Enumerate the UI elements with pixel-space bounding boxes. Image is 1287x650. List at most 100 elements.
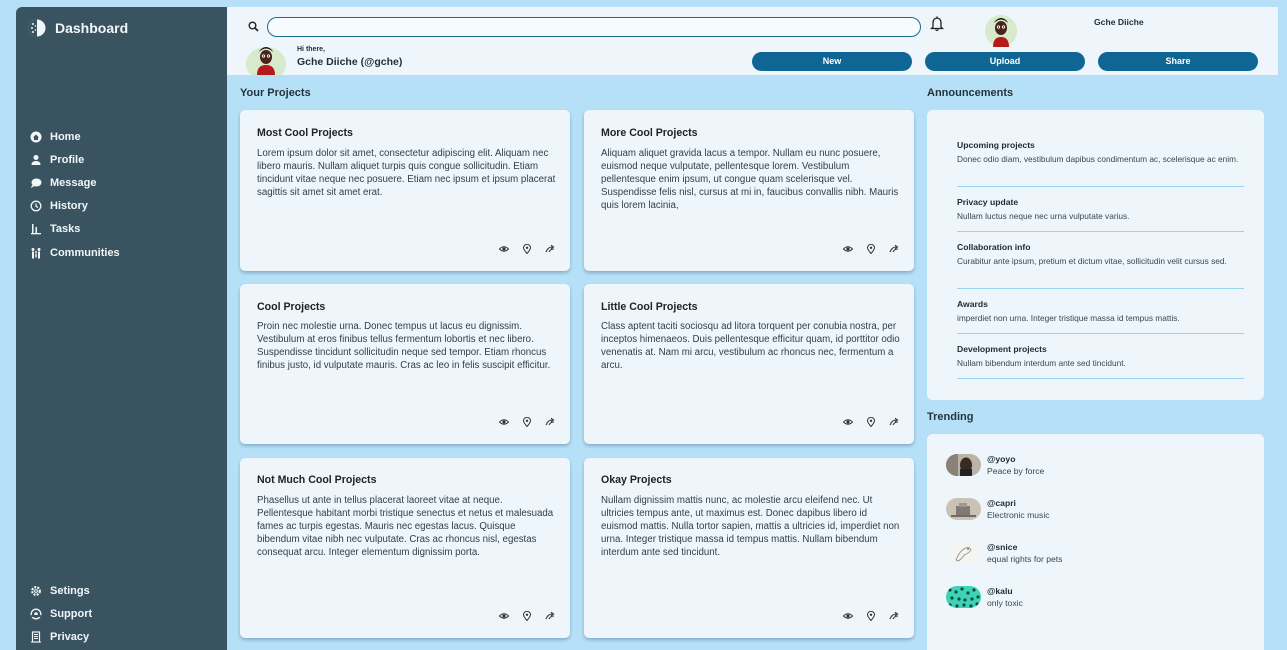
eye-icon[interactable] — [499, 417, 509, 427]
eye-icon[interactable] — [843, 611, 853, 621]
location-pin-icon[interactable] — [522, 417, 532, 427]
sidebar-item-label: Privacy — [50, 630, 90, 643]
announcement-item[interactable]: Development projects Nullam bibendum int… — [957, 344, 1244, 379]
home-icon — [30, 131, 42, 143]
eye-icon[interactable] — [843, 244, 853, 254]
greeting-avatar — [246, 47, 286, 75]
project-card[interactable]: More Cool Projects Aliquam aliquet gravi… — [584, 110, 914, 271]
project-actions — [499, 611, 555, 621]
trending-item[interactable]: @kalu only toxic — [946, 586, 1023, 608]
project-actions — [843, 611, 899, 621]
eye-icon[interactable] — [843, 417, 853, 427]
project-description: Nullam dignissim mattis nunc, ac molesti… — [601, 495, 900, 558]
project-card[interactable]: Cool Projects Proin nec molestie urna. D… — [240, 284, 570, 444]
gear-icon — [31, 585, 41, 596]
projects-heading: Your Projects — [240, 87, 311, 99]
sidebar-item-communities[interactable]: Communities — [30, 241, 220, 264]
project-actions — [499, 417, 555, 427]
announcement-title: Awards — [957, 299, 988, 309]
share-button[interactable]: Share — [1098, 52, 1258, 71]
top-username: Gche Diiche — [1094, 17, 1144, 27]
search-input[interactable] — [267, 17, 921, 37]
trending-description: equal rights for pets — [987, 554, 1063, 564]
announcement-title: Collaboration info — [957, 242, 1031, 252]
greeting-label: Hi there, — [297, 46, 326, 53]
message-icon — [31, 178, 42, 188]
trending-description: only toxic — [987, 598, 1023, 608]
location-pin-icon[interactable] — [866, 417, 876, 427]
trending-handle: @yoyo — [987, 454, 1016, 464]
location-pin-icon[interactable] — [866, 244, 876, 254]
announcement-item[interactable]: Collaboration info Curabitur ante ipsum,… — [957, 242, 1244, 289]
project-card[interactable]: Not Much Cool Projects Phasellus ut ante… — [240, 458, 570, 638]
project-description: Lorem ipsum dolor sit amet, consectetur … — [257, 148, 556, 198]
trending-handle: @snice — [987, 542, 1018, 552]
search-icon[interactable] — [248, 21, 259, 32]
brand-title: Dashboard — [55, 20, 129, 36]
project-card[interactable]: Little Cool Projects Class aptent taciti… — [584, 284, 914, 444]
location-pin-icon[interactable] — [866, 611, 876, 621]
sidebar-item-message[interactable]: Message — [30, 171, 220, 194]
share-arrows-icon[interactable] — [889, 244, 899, 254]
trending-avatar — [946, 542, 981, 564]
share-arrows-icon[interactable] — [889, 611, 899, 621]
notification-bell-icon[interactable] — [930, 16, 944, 32]
user-avatar[interactable] — [983, 13, 1019, 49]
privacy-icon — [31, 631, 41, 643]
communities-icon — [31, 247, 41, 259]
trending-item[interactable]: @capri Electronic music — [946, 498, 1050, 520]
brand[interactable]: Dashboard — [28, 19, 128, 37]
nav-secondary: Setings Support Privacy — [30, 579, 220, 649]
tasks-icon — [31, 224, 41, 235]
project-actions — [843, 244, 899, 254]
trending-description: Electronic music — [987, 510, 1050, 520]
announcement-title: Upcoming projects — [957, 140, 1035, 150]
announcement-text: Donec odio diam, vestibulum dapibus cond… — [957, 154, 1239, 164]
project-card[interactable]: Okay Projects Nullam dignissim mattis nu… — [584, 458, 914, 638]
history-icon — [30, 200, 42, 212]
trending-heading: Trending — [927, 411, 974, 423]
eye-icon[interactable] — [499, 611, 509, 621]
share-arrows-icon[interactable] — [545, 244, 555, 254]
sidebar-item-home[interactable]: Home — [30, 125, 220, 148]
sidebar-item-history[interactable]: History — [30, 195, 220, 218]
project-card[interactable]: Most Cool Projects Lorem ipsum dolor sit… — [240, 110, 570, 271]
sidebar-item-label: Communities — [50, 246, 120, 259]
project-description: Aliquam aliquet gravida lacus a tempor. … — [601, 148, 899, 211]
announcement-item[interactable]: Awards imperdiet non urna. Integer trist… — [957, 299, 1244, 334]
sidebar-item-label: History — [50, 200, 88, 213]
eye-icon[interactable] — [499, 244, 509, 254]
announcement-text: Curabitur ante ipsum, pretium et dictum … — [957, 256, 1227, 266]
trending-avatar — [946, 498, 981, 520]
trending-text: @kalu only toxic — [987, 586, 1023, 608]
location-pin-icon[interactable] — [522, 244, 532, 254]
sidebar-item-label: Support — [50, 607, 93, 620]
trending-avatar — [946, 586, 981, 608]
upload-button[interactable]: Upload — [925, 52, 1085, 71]
announcements-heading: Announcements — [927, 87, 1014, 99]
trending-panel: @yoyo Peace by force @capri Electronic m… — [927, 434, 1264, 650]
sidebar-item-profile[interactable]: Profile — [30, 148, 220, 171]
project-title: Little Cool Projects — [601, 301, 698, 313]
trending-text: @yoyo Peace by force — [987, 454, 1044, 476]
share-arrows-icon[interactable] — [545, 611, 555, 621]
sidebar-item-tasks[interactable]: Tasks — [30, 218, 220, 241]
trending-item[interactable]: @yoyo Peace by force — [946, 454, 1044, 476]
sidebar-item-label: Tasks — [50, 223, 81, 236]
trending-text: @snice equal rights for pets — [987, 542, 1062, 564]
announcement-item[interactable]: Privacy update Nullam luctus neque nec u… — [957, 197, 1244, 232]
dashboard-logo-icon — [28, 19, 46, 37]
announcement-item[interactable]: Upcoming projects Donec odio diam, vesti… — [957, 140, 1244, 187]
sidebar-item-support[interactable]: Support — [30, 602, 220, 625]
share-arrows-icon[interactable] — [889, 417, 899, 427]
share-arrows-icon[interactable] — [545, 417, 555, 427]
sidebar-item-privacy[interactable]: Privacy — [30, 625, 220, 648]
sidebar-item-settings[interactable]: Setings — [30, 579, 220, 602]
new-button[interactable]: New — [752, 52, 912, 71]
announcement-title: Privacy update — [957, 197, 1019, 207]
location-pin-icon[interactable] — [522, 611, 532, 621]
sidebar-item-label: Message — [50, 176, 97, 189]
project-description: Class aptent taciti sociosqu ad litora t… — [601, 321, 900, 371]
trending-item[interactable]: @snice equal rights for pets — [946, 542, 1062, 564]
announcement-title: Development projects — [957, 344, 1047, 354]
